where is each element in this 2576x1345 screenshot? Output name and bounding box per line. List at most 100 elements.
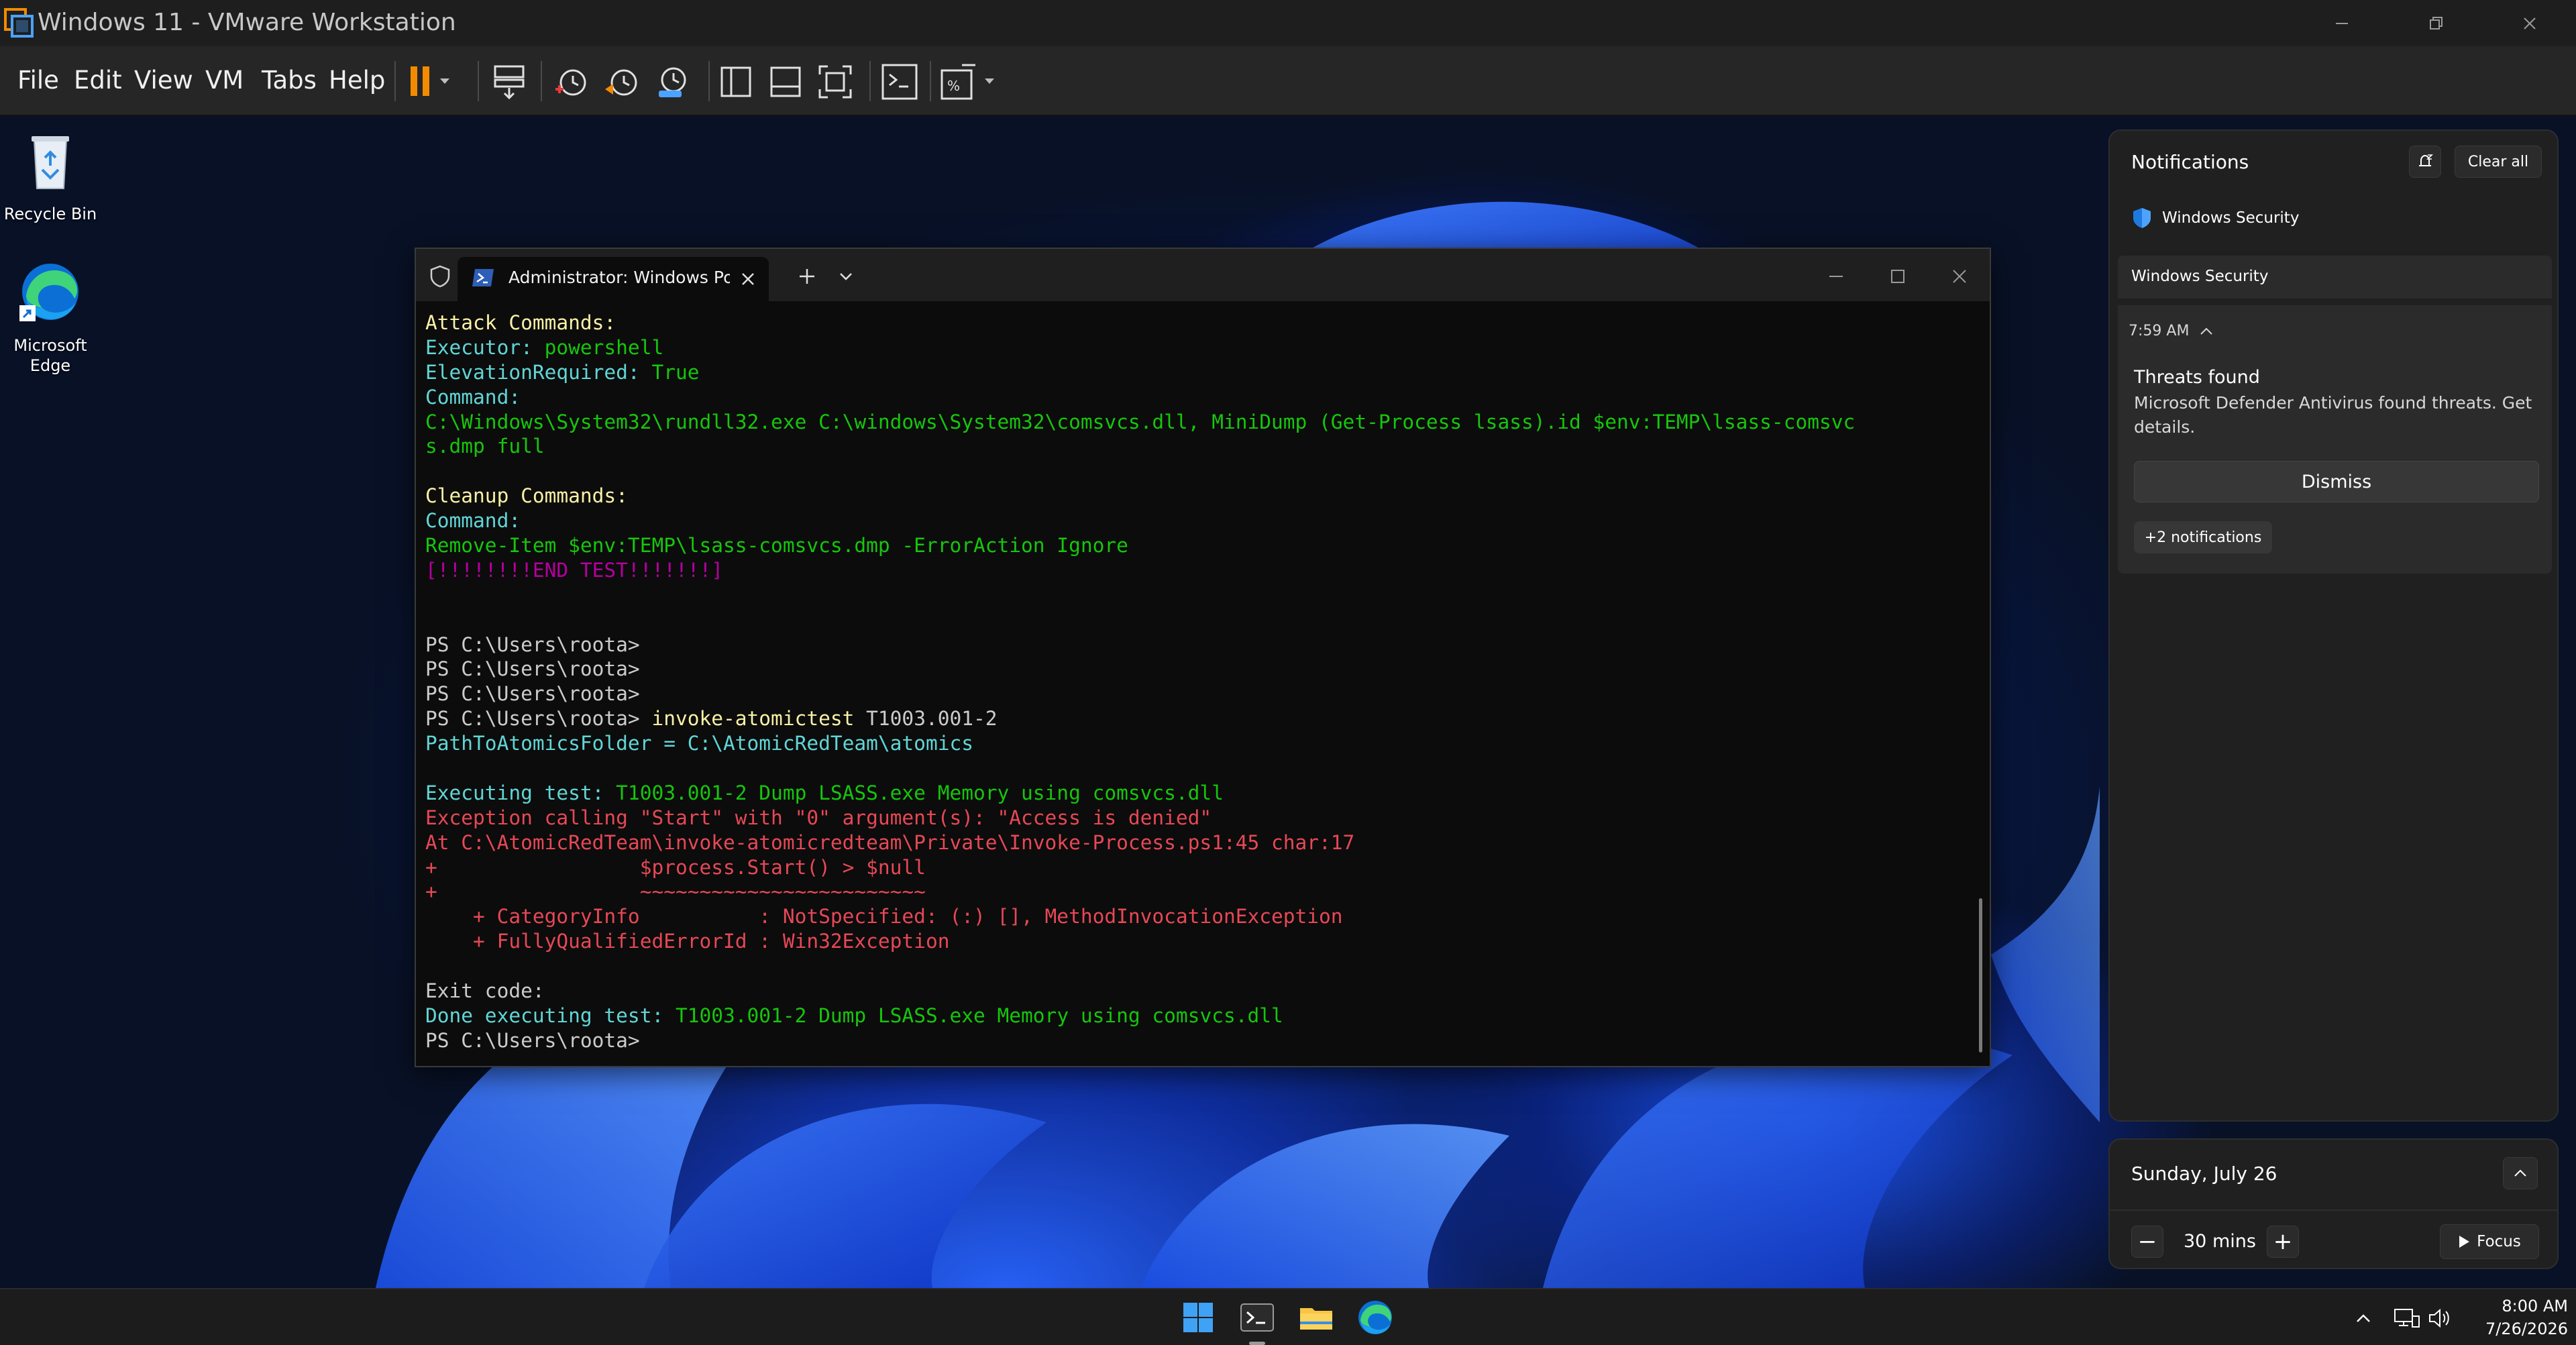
menu-tabs[interactable]: Tabs — [262, 65, 317, 96]
vmware-title-bar: Windows 11 - VMware Workstation — [0, 0, 2576, 46]
notification-card[interactable]: 7:59 AM Threats found Microsoft Defender… — [2118, 305, 2552, 574]
minimize-icon — [2336, 22, 2348, 24]
terminal-line: + FullyQualifiedErrorId : Win32Exception — [425, 929, 1968, 954]
console-view-icon[interactable] — [880, 62, 919, 101]
notification-app-header: Windows Security — [2131, 205, 2299, 231]
toolbar-separator — [478, 61, 479, 101]
terminal-text: + FullyQualifiedErrorId : Win32Exception — [425, 930, 950, 953]
send-keys-icon[interactable] — [490, 62, 529, 101]
notification-app-name: Windows Security — [2162, 209, 2300, 227]
terminal-output[interactable]: Attack Commands: Executor: powershell Elev… — [425, 311, 1968, 1053]
fullscreen-icon[interactable] — [816, 62, 855, 101]
clear-all-button[interactable]: Clear all — [2455, 146, 2542, 178]
vmware-logo-icon — [4, 8, 34, 38]
file-explorer-icon[interactable] — [1296, 1297, 1336, 1338]
terminal-minimize-icon[interactable] — [1826, 266, 1846, 286]
terminal-close-icon[interactable] — [1949, 266, 1970, 286]
terminal-line: Cleanup Commands: — [425, 484, 1968, 508]
calendar-divider — [2110, 1209, 2557, 1211]
library-icon[interactable] — [716, 62, 755, 101]
terminal-text: Exit code: — [425, 979, 545, 1003]
terminal-text: Cleanup Commands: — [425, 484, 628, 508]
desktop-icon-edge[interactable]: Microsoft Edge — [0, 258, 101, 376]
terminal-text: Command: — [425, 385, 521, 409]
more-notifications-button[interactable]: +2 notifications — [2134, 521, 2272, 553]
close-icon — [2524, 17, 2536, 30]
terminal-text: T1003.001-2 Dump LSASS.exe Memory using … — [675, 1004, 1283, 1027]
start-icon[interactable] — [1178, 1297, 1218, 1338]
revert-snapshot-icon[interactable] — [602, 62, 641, 101]
toolbar-separator — [541, 61, 542, 101]
notification-heading: Threats found — [2134, 367, 2260, 388]
terminal-text: PS C:\Users\roota> — [425, 1028, 640, 1052]
minimize-button[interactable] — [2298, 0, 2385, 46]
taskbar-clock[interactable]: 8:00 AM 7/26/2026 — [2447, 1295, 2568, 1340]
terminal-text: Executor: — [425, 335, 545, 359]
terminal-line: + CategoryInfo : NotSpecified: (:) [], M… — [425, 904, 1968, 929]
network-icon[interactable] — [2392, 1307, 2420, 1330]
terminal-text: PathToAtomicsFolder = C:\AtomicRedTeam\a… — [425, 732, 973, 755]
desktop-icon-recycle-bin[interactable]: Recycle Bin — [0, 127, 101, 224]
terminal-line: Command: — [425, 385, 1968, 410]
terminal-line: Executing test: T1003.001-2 Dump LSASS.e… — [425, 781, 1968, 806]
vmware-toolbar: File Edit View VM Tabs Help % — [0, 46, 2576, 116]
terminal-text: + CategoryInfo : NotSpecified: (:) [], M… — [425, 905, 1343, 928]
terminal-line: [!!!!!!!!END TEST!!!!!!!] — [425, 558, 1968, 583]
bell-snooze-icon — [2419, 154, 2433, 166]
close-button[interactable] — [2486, 0, 2573, 46]
terminal-maximize-icon[interactable] — [1888, 266, 1908, 286]
terminal-text: Command: — [425, 509, 521, 533]
terminal-line: PathToAtomicsFolder = C:\AtomicRedTeam\a… — [425, 731, 1968, 756]
menu-file[interactable]: File — [17, 65, 59, 96]
calendar-expand-button[interactable] — [2503, 1157, 2538, 1189]
do-not-disturb-button[interactable] — [2409, 146, 2441, 178]
shield-icon — [430, 265, 450, 288]
terminal-text: ElevationRequired: — [425, 360, 652, 384]
terminal-text: T1003.001-2 Dump LSASS.exe Memory using … — [616, 781, 1224, 804]
taskbar-date: 7/26/2026 — [2485, 1320, 2568, 1338]
terminal-tab-title: Administrator: Windows PowerShell — [508, 268, 730, 287]
restore-button[interactable] — [2392, 0, 2479, 46]
terminal-line: C:\Windows\System32\rundll32.exe C:\wind… — [425, 410, 1968, 435]
stretch-icon[interactable]: % — [938, 62, 1005, 101]
dismiss-button[interactable]: Dismiss — [2134, 461, 2539, 502]
terminal-text: Attack Commands: — [425, 311, 616, 334]
show-hidden-icons-icon[interactable] — [2353, 1308, 2373, 1328]
terminal-window[interactable]: Administrator: Windows PowerShell Attack… — [415, 248, 1991, 1067]
new-tab-icon[interactable] — [797, 266, 817, 286]
terminal-line: Command: — [425, 508, 1968, 533]
menu-view[interactable]: View — [134, 65, 193, 96]
menu-vm[interactable]: VM — [205, 65, 244, 96]
recycle-bin-icon — [32, 136, 69, 189]
terminal-tab[interactable]: Administrator: Windows PowerShell — [458, 257, 769, 301]
chevron-up-icon — [2514, 1169, 2526, 1177]
chevron-up-icon[interactable] — [2198, 326, 2214, 337]
menu-edit[interactable]: Edit — [74, 65, 122, 96]
focus-decrease-button[interactable]: − — [2131, 1226, 2163, 1258]
terminal-text: True — [651, 360, 700, 384]
terminal-running-indicator — [1249, 1342, 1265, 1345]
tab-close-icon[interactable] — [739, 270, 757, 288]
terminal-line: At C:\AtomicRedTeam\invoke-atomicredteam… — [425, 830, 1968, 855]
terminal-line: ElevationRequired: True — [425, 360, 1968, 385]
pause-icon[interactable] — [407, 62, 460, 101]
restore-icon — [2430, 16, 2443, 30]
terminal-text: PS C:\Users\roota> — [425, 682, 640, 706]
snapshot-icon[interactable] — [551, 62, 590, 101]
terminal-text: PS C:\Users\roota> — [425, 633, 640, 656]
notification-time-row[interactable]: 7:59 AM — [2129, 323, 2214, 339]
notification-group-label: Windows Security — [2131, 268, 2269, 285]
snapshot-manager-icon[interactable] — [653, 62, 692, 101]
terminal-text: + $process.Start() > $null — [425, 855, 926, 879]
terminal-icon[interactable] — [1237, 1297, 1277, 1338]
thumbnail-bar-icon[interactable] — [766, 62, 805, 101]
menu-help[interactable]: Help — [329, 65, 385, 96]
focus-increase-button[interactable]: + — [2267, 1226, 2299, 1258]
notification-group-header[interactable]: Windows Security — [2118, 256, 2552, 299]
focus-button[interactable]: Focus — [2440, 1224, 2539, 1259]
tab-dropdown-icon[interactable] — [837, 269, 855, 284]
terminal-scrollbar[interactable] — [1979, 898, 1982, 1053]
edge-icon[interactable] — [1355, 1297, 1395, 1338]
